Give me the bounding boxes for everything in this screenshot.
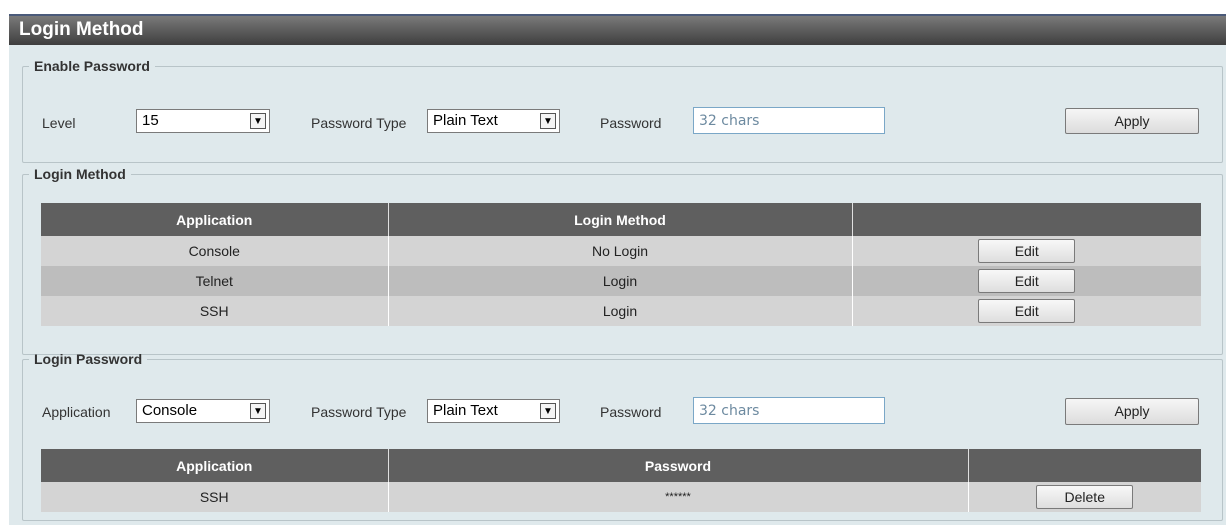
- table-row: Console No Login Edit: [41, 236, 1201, 266]
- login-password-header-row: Application Password: [41, 449, 1201, 482]
- page-title: Login Method: [19, 19, 144, 40]
- application-cell: SSH: [41, 296, 389, 326]
- login-password-label: Password: [600, 404, 662, 420]
- table-row: SSH Login Edit: [41, 296, 1201, 326]
- enable-password-label: Password: [600, 115, 662, 131]
- login-method-panel: Login Method Enable Password Level 15 ▼ …: [9, 14, 1226, 525]
- column-header-actions: [852, 203, 1201, 236]
- login-password-table: Application Password SSH ****** Delete: [41, 449, 1201, 512]
- application-cell: SSH: [41, 482, 389, 512]
- login-password-apply-button[interactable]: Apply: [1065, 398, 1199, 425]
- action-cell: Edit: [852, 266, 1201, 296]
- edit-button[interactable]: Edit: [978, 269, 1076, 293]
- login-method-cell: No Login: [388, 236, 853, 266]
- login-method-table: Application Login Method Console No Logi…: [41, 203, 1201, 326]
- table-row: Telnet Login Edit: [41, 266, 1201, 296]
- password-cell: ******: [388, 482, 969, 512]
- table-row: SSH ****** Delete: [41, 482, 1201, 512]
- enable-password-type-value: Plain Text: [433, 112, 498, 129]
- login-method-legend: Login Method: [34, 166, 126, 182]
- login-password-legend: Login Password: [34, 351, 143, 367]
- chevron-down-icon[interactable]: ▼: [250, 403, 266, 419]
- edit-button[interactable]: Edit: [978, 239, 1076, 263]
- enable-password-input[interactable]: 32 chars: [693, 107, 885, 134]
- application-select-value: Console: [142, 402, 198, 419]
- column-header-application: Application: [41, 203, 389, 236]
- enable-password-legend: Enable Password: [34, 58, 150, 74]
- chevron-down-icon[interactable]: ▼: [540, 113, 556, 129]
- application-select[interactable]: Console ▼: [136, 399, 270, 423]
- login-method-cell: Login: [388, 296, 853, 326]
- chevron-down-icon[interactable]: ▼: [250, 113, 266, 129]
- column-header-login-method: Login Method: [388, 203, 853, 236]
- login-password-placeholder: 32 chars: [699, 403, 760, 419]
- action-cell: Delete: [968, 482, 1201, 512]
- level-select-value: 15: [142, 112, 159, 129]
- column-header-actions: [968, 449, 1201, 482]
- application-cell: Telnet: [41, 266, 389, 296]
- title-bar: Login Method: [9, 14, 1226, 45]
- enable-password-type-label: Password Type: [311, 115, 407, 131]
- column-header-application: Application: [41, 449, 389, 482]
- column-header-password: Password: [388, 449, 969, 482]
- action-cell: Edit: [852, 296, 1201, 326]
- login-password-type-label: Password Type: [311, 404, 407, 420]
- login-password-input[interactable]: 32 chars: [693, 397, 885, 424]
- login-password-type-select[interactable]: Plain Text ▼: [427, 399, 560, 423]
- application-label: Application: [42, 404, 111, 420]
- enable-password-placeholder: 32 chars: [699, 113, 760, 129]
- login-password-type-value: Plain Text: [433, 402, 498, 419]
- delete-button[interactable]: Delete: [1036, 485, 1134, 509]
- login-method-cell: Login: [388, 266, 853, 296]
- enable-password-apply-button[interactable]: Apply: [1065, 108, 1199, 134]
- level-select[interactable]: 15 ▼: [136, 109, 270, 133]
- level-label: Level: [42, 115, 76, 131]
- action-cell: Edit: [852, 236, 1201, 266]
- edit-button[interactable]: Edit: [978, 299, 1076, 323]
- enable-password-type-select[interactable]: Plain Text ▼: [427, 109, 560, 133]
- chevron-down-icon[interactable]: ▼: [540, 403, 556, 419]
- application-cell: Console: [41, 236, 389, 266]
- login-method-header-row: Application Login Method: [41, 203, 1201, 236]
